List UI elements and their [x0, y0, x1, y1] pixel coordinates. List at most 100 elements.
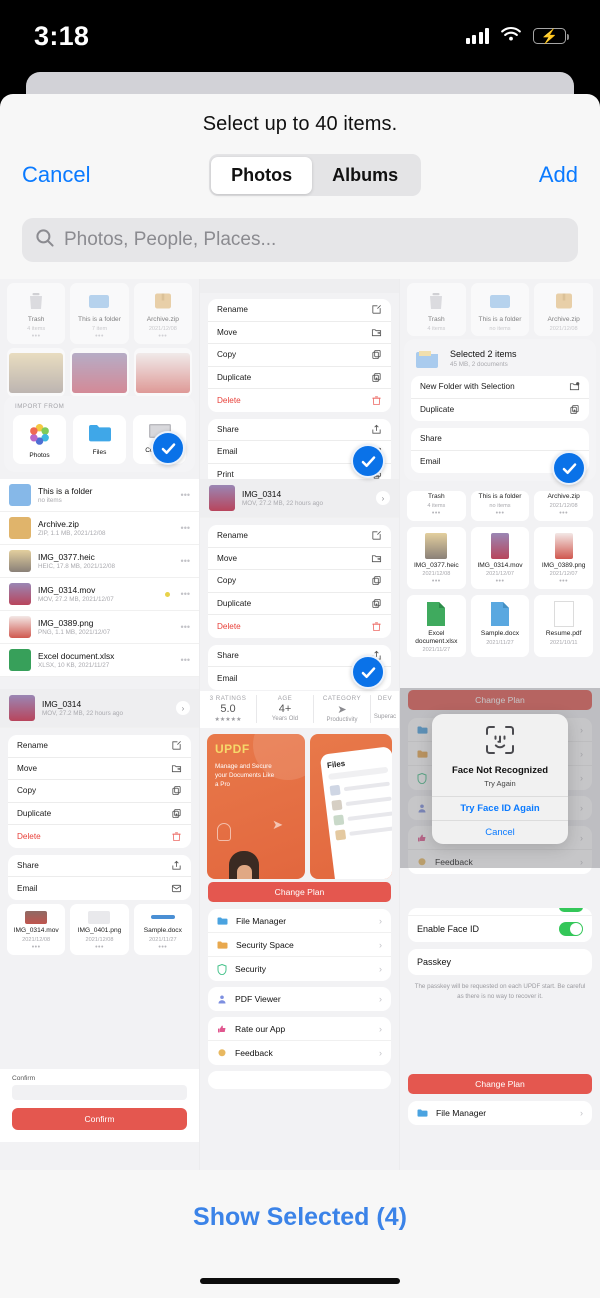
menu-item-move[interactable]: Move [208, 548, 391, 570]
menu-item-copy[interactable]: Copy [208, 344, 391, 367]
menu-label: Copy [17, 786, 37, 796]
menu-label: Share [420, 434, 442, 444]
more-icon[interactable]: ••• [181, 523, 190, 533]
menu-item-delete[interactable]: Delete [208, 615, 391, 638]
context-menu-secondary[interactable]: Share Email [8, 854, 191, 900]
settings-item-passkey[interactable]: Passkey [408, 949, 592, 975]
xlsx-icon [427, 602, 446, 627]
list-item[interactable]: Excel document.xlsx XLSX, 10 KB, 2021/11… [0, 644, 199, 677]
person-icon [218, 995, 226, 1004]
menu-label: Rename [217, 531, 248, 541]
more-icon[interactable]: ••• [181, 655, 190, 665]
more-icon[interactable]: ••• [181, 622, 190, 632]
settings-group: File Manager › [408, 1101, 592, 1125]
search-bar[interactable]: Photos, People, Places... [22, 218, 578, 262]
faceid-row-group: Enable Face ID [408, 908, 592, 942]
menu-item-duplicate[interactable]: Duplicate [208, 367, 391, 389]
import-option-files[interactable]: Files [73, 415, 126, 464]
list-item[interactable]: IMG_0389.png PNG, 1.1 MB, 2021/12/07 ••• [0, 611, 199, 644]
selection-checkmark-badge[interactable] [351, 444, 385, 478]
zip-icon [9, 517, 31, 539]
list-item[interactable]: IMG_0377.heic HEIC, 17.8 MB, 2021/12/08 … [0, 545, 199, 578]
settings-item-enable-face-id[interactable]: Enable Face ID [408, 916, 592, 942]
alert-cancel-button[interactable]: Cancel [432, 820, 568, 844]
more-icon: ••• [31, 332, 41, 340]
selection-folder-icon [416, 351, 438, 368]
add-button[interactable]: Add [539, 162, 578, 188]
photo-thumbnail-2[interactable]: Rename Move Copy Duplicate Delete Share … [200, 279, 400, 1170]
settings-item-security[interactable]: Security › [208, 957, 391, 981]
menu-label: Duplicate [217, 372, 252, 382]
change-plan-button[interactable]: Change Plan [208, 882, 391, 902]
menu-item-rename[interactable]: Rename [8, 735, 191, 758]
photo-thumb [209, 485, 235, 511]
promo-cards: UPDF Manage and Secure your Documents Li… [200, 734, 399, 879]
settings-item-security-space[interactable]: Security Space › [208, 933, 391, 957]
photos-albums-segmented-control[interactable]: Photos Albums [208, 154, 421, 196]
stat-sub: Years Old [271, 716, 299, 722]
promo-card-1[interactable]: UPDF Manage and Secure your Documents Li… [207, 734, 305, 879]
try-face-id-again-button[interactable]: Try Face ID Again [432, 796, 568, 820]
selection-checkmark-badge[interactable] [552, 451, 586, 485]
settings-item-file-manager[interactable]: File Manager › [408, 1101, 592, 1125]
context-menu-b-primary[interactable]: Rename Move Copy Duplicate Delete [208, 525, 391, 638]
photo-thumbnail-3[interactable]: Trash 4 items This is a folder no items … [400, 279, 600, 1170]
menu-item-copy[interactable]: Copy [208, 570, 391, 593]
menu-item-duplicate[interactable]: Duplicate [208, 593, 391, 615]
menu-item-delete[interactable]: Delete [8, 825, 191, 848]
settings-item-feedback[interactable]: Feedback › [208, 1041, 391, 1065]
menu-item-move[interactable]: Move [208, 322, 391, 344]
menu-item-delete[interactable]: Delete [208, 389, 391, 412]
confirm-input[interactable] [12, 1085, 187, 1100]
menu-item-duplicate[interactable]: Duplicate [8, 803, 191, 825]
settings-item-pdf-viewer[interactable]: PDF Viewer › [208, 987, 391, 1011]
cancel-button[interactable]: Cancel [22, 162, 90, 188]
promo-card-2[interactable]: Files [310, 734, 392, 879]
file-meta: MOV, 27.2 MB, 22 hours ago [42, 710, 123, 718]
stat-caption: CATEGORY [322, 695, 362, 702]
menu-item-new-folder-with-selection[interactable]: New Folder with Selection [411, 376, 589, 399]
menu-item-copy[interactable]: Copy [8, 780, 191, 803]
menu-item-email[interactable]: Email [8, 877, 191, 900]
list-item[interactable]: IMG_0314.mov MOV, 27.2 MB, 2021/12/07 ••… [0, 578, 199, 611]
context-menu-a-primary[interactable]: Rename Move Copy Duplicate Delete [208, 299, 391, 412]
more-icon[interactable]: ••• [181, 490, 190, 500]
partial-toggle[interactable] [559, 908, 583, 912]
confirm-button[interactable]: Confirm [12, 1108, 187, 1130]
home-indicator[interactable] [200, 1278, 400, 1284]
change-plan-button[interactable]: Change Plan [408, 1074, 592, 1094]
list-item[interactable]: Archive.zip ZIP, 1.1 MB, 2021/12/08 ••• [0, 512, 199, 545]
file-tile: IMG_0389.png 2021/12/07 ••• [534, 526, 593, 590]
show-selected-button[interactable]: Show Selected (4) [193, 1203, 407, 1232]
top-folder-grid: Trash 4 items This is a folder no items … [400, 279, 600, 336]
menu-item-share[interactable]: Share [411, 428, 589, 451]
tab-photos[interactable]: Photos [211, 156, 313, 194]
selection-checkmark-badge[interactable] [351, 655, 385, 689]
folder-arrow-icon [171, 765, 182, 772]
search-input-placeholder[interactable]: Photos, People, Places... [64, 229, 276, 251]
menu-item-share[interactable]: Share [8, 855, 191, 877]
settings-group-2: PDF Viewer › [208, 987, 391, 1011]
pencil-square-icon [172, 741, 181, 750]
photo-thumbnail-1[interactable]: Trash 4 items ••• This is a folder 7 ite… [0, 279, 200, 1170]
chevron-right-icon[interactable]: › [376, 491, 390, 505]
chevron-right-icon[interactable]: › [176, 701, 190, 715]
context-menu-primary[interactable]: Rename Move Copy Duplicate Delete [8, 735, 191, 848]
settings-item-file-manager[interactable]: File Manager › [208, 909, 391, 933]
stat-sub: Superac [373, 714, 397, 720]
more-icon[interactable]: ••• [181, 589, 190, 599]
menu-item-rename[interactable]: Rename [208, 299, 391, 322]
face-id-toggle[interactable] [559, 922, 583, 936]
selection-checkmark-badge[interactable] [151, 431, 185, 465]
list-item[interactable]: This is a folder no items ••• [0, 479, 199, 512]
menu-item-share[interactable]: Share [208, 419, 391, 441]
more-icon[interactable]: ••• [181, 556, 190, 566]
menu-item-move[interactable]: Move [8, 758, 191, 780]
settings-item-rate-our-app[interactable]: Rate our App › [208, 1017, 391, 1041]
partial-header [200, 279, 399, 293]
selection-menu-primary[interactable]: New Folder with Selection Duplicate [411, 376, 589, 421]
menu-item-duplicate[interactable]: Duplicate [411, 399, 589, 422]
menu-item-rename[interactable]: Rename [208, 525, 391, 548]
tab-albums[interactable]: Albums [312, 157, 418, 194]
import-option-photos[interactable]: Photos [13, 415, 66, 464]
